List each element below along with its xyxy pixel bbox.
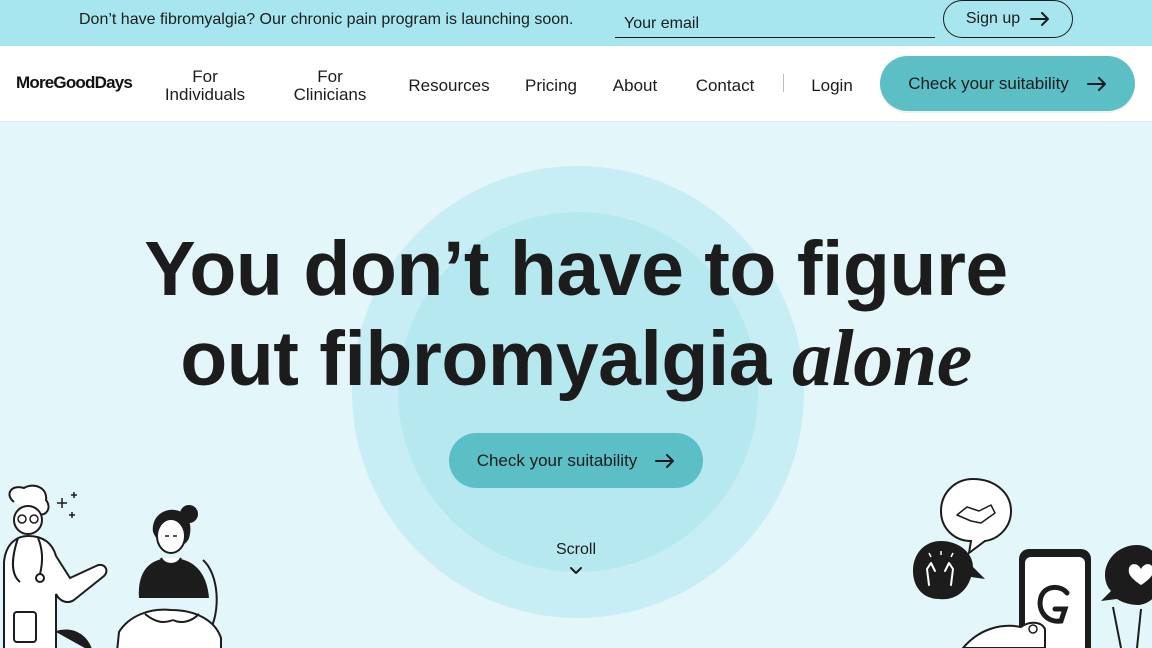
arrow-right-icon (1030, 12, 1050, 26)
nav-link-for-individuals[interactable]: For Individuals (160, 68, 250, 104)
arrow-right-icon (655, 453, 675, 468)
hero-cta-label: Check your suitability (476, 450, 638, 470)
announcement-text: Don’t have fibromyalgia? Our chronic pai… (79, 11, 574, 28)
nav-check-suitability-button[interactable]: Check your suitability (880, 56, 1135, 111)
nav-link-contact[interactable]: Contact (690, 77, 760, 95)
nav-link-for-individuals-line1: For (192, 67, 218, 86)
logo[interactable]: MoreGoodDays (16, 73, 133, 93)
chat-phone-illustration (913, 477, 1152, 648)
email-field[interactable] (615, 6, 935, 38)
announcement-bar: Don’t have fibromyalgia? Our chronic pai… (0, 0, 1152, 46)
nav-link-pricing[interactable]: Pricing (520, 77, 582, 95)
doctor-illustration (3, 484, 108, 648)
hero-headline-emphasis: alone (792, 315, 972, 403)
login-link[interactable]: Login (806, 77, 858, 95)
nav-link-about[interactable]: About (608, 77, 662, 95)
nav-link-for-clinicians-line1: For (317, 67, 343, 86)
arrow-right-icon (1086, 76, 1106, 91)
hero-headline-line2: out fibromyalgia (180, 316, 772, 402)
nav-link-resources[interactable]: Resources (405, 77, 493, 95)
hero-check-suitability-button[interactable]: Check your suitability (449, 433, 703, 488)
patient-illustration (116, 505, 222, 648)
hero-section: You don’t have to figure out fibromyalgi… (0, 122, 1152, 648)
scroll-label[interactable]: Scroll (526, 541, 626, 559)
signup-button-label: Sign up (965, 10, 1021, 27)
nav-link-for-clinicians-line2: Clinicians (293, 85, 367, 104)
main-nav: MoreGoodDays For Individuals For Clinici… (0, 46, 1152, 122)
nav-link-for-individuals-line2: Individuals (164, 85, 246, 104)
chevron-down-icon[interactable] (569, 566, 583, 575)
nav-divider (783, 74, 784, 92)
signup-button[interactable]: Sign up (943, 0, 1073, 38)
nav-link-for-clinicians[interactable]: For Clinicians (285, 68, 375, 104)
nav-cta-label: Check your suitability (908, 73, 1069, 93)
hero-headline-line1: You don’t have to figure (144, 226, 1008, 312)
hero-headline: You don’t have to figure out fibromyalgi… (0, 224, 1152, 404)
